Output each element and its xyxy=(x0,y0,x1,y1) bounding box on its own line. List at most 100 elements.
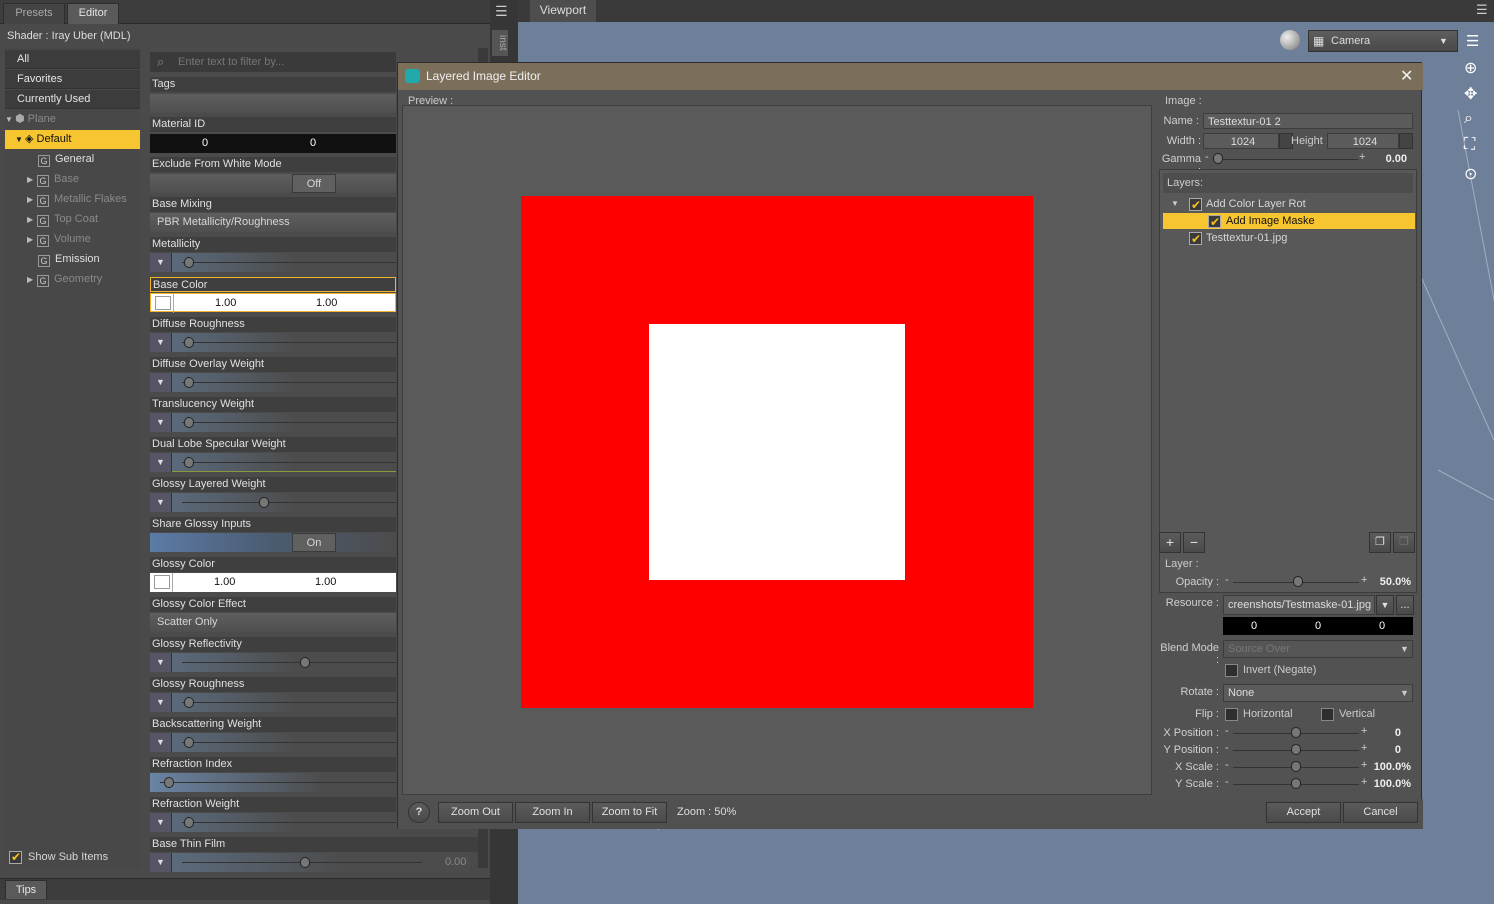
layer-visibility-checkbox[interactable] xyxy=(1189,231,1202,247)
plus-icon[interactable]: + xyxy=(1361,574,1367,586)
chevron-down-icon[interactable]: ▼ xyxy=(150,693,172,712)
prop-backscattering-slider[interactable]: ▼ xyxy=(150,733,396,752)
slider-knob[interactable] xyxy=(300,657,310,668)
slider-knob[interactable] xyxy=(184,337,194,348)
y-scale-slider[interactable]: - + xyxy=(1225,776,1367,791)
side-tab[interactable]: inst xyxy=(492,30,508,56)
accept-button[interactable]: Accept xyxy=(1266,802,1341,823)
chevron-down-icon[interactable]: ▼ xyxy=(150,813,172,832)
slider-knob[interactable] xyxy=(1291,727,1301,738)
layer-row-selected[interactable]: Add Image Maske xyxy=(1163,213,1415,230)
prop-base-color-field[interactable]: 1.00 1.00 xyxy=(150,293,396,313)
minus-icon[interactable]: - xyxy=(1205,151,1209,163)
layer-visibility-checkbox[interactable] xyxy=(1189,197,1202,213)
zoom-out-button[interactable]: Zoom Out xyxy=(438,802,513,823)
prop-diffuse-roughness-slider[interactable]: ▼ xyxy=(150,333,396,352)
slider-knob[interactable] xyxy=(184,417,194,428)
options-icon[interactable]: ☰ xyxy=(1466,32,1479,50)
slider-knob[interactable] xyxy=(184,817,194,828)
prop-glossy-color-field[interactable]: 1.00 1.00 xyxy=(150,573,396,592)
slider-knob[interactable] xyxy=(1293,576,1303,587)
tree-item-general[interactable]: G General xyxy=(5,150,140,169)
cancel-button[interactable]: Cancel xyxy=(1343,802,1418,823)
chevron-down-icon[interactable]: ▼ xyxy=(150,493,172,512)
opacity-slider[interactable]: - + xyxy=(1225,574,1367,589)
x-scale-slider[interactable]: - + xyxy=(1225,759,1367,774)
preview-canvas[interactable] xyxy=(402,105,1152,795)
chevron-down-icon[interactable]: ▼ xyxy=(150,333,172,352)
tree-item-metallic-flakes[interactable]: ▶ G Metallic Flakes xyxy=(5,190,140,209)
category-all[interactable]: All xyxy=(5,50,140,69)
sphere-icon[interactable] xyxy=(1280,30,1300,50)
menu-icon[interactable]: ☰ xyxy=(495,3,508,20)
tab-presets[interactable]: Presets xyxy=(3,3,65,24)
prop-translucency-slider[interactable]: ▼ xyxy=(150,413,396,432)
layer-visibility-checkbox[interactable] xyxy=(1208,214,1221,230)
rgb-values[interactable]: 0 0 0 xyxy=(1223,617,1413,635)
slider-knob[interactable] xyxy=(1213,153,1223,164)
chevron-down-icon[interactable]: ▼ xyxy=(150,253,172,272)
collapse-arrow-icon[interactable]: ▼ xyxy=(1171,196,1179,212)
slider-knob[interactable] xyxy=(184,697,194,708)
menu-icon[interactable]: ☰ xyxy=(1476,2,1488,18)
slider-knob[interactable] xyxy=(259,497,269,508)
prop-glossy-reflectivity-slider[interactable]: ▼ xyxy=(150,653,396,672)
slider-knob[interactable] xyxy=(184,257,194,268)
slider-knob[interactable] xyxy=(1291,778,1301,789)
tree-item-base[interactable]: ▶ G Base xyxy=(5,170,140,189)
chevron-down-icon[interactable]: ▼ xyxy=(150,413,172,432)
prop-glossy-color-effect-dropdown[interactable]: Scatter Only xyxy=(150,613,396,632)
prop-refraction-index-slider[interactable] xyxy=(150,773,396,792)
help-button[interactable]: ? xyxy=(408,802,430,823)
flip-horizontal-checkbox[interactable] xyxy=(1225,708,1238,721)
copy-layer-button[interactable]: ❐ xyxy=(1369,532,1391,553)
invert-checkbox[interactable] xyxy=(1225,664,1238,677)
zoom-to-fit-button[interactable]: Zoom to Fit xyxy=(592,802,667,823)
tree-item-geometry[interactable]: ▶ G Geometry xyxy=(5,270,140,289)
y-position-slider[interactable]: - + xyxy=(1225,742,1367,757)
height-spin-button[interactable] xyxy=(1399,133,1413,149)
chevron-down-icon[interactable]: ▼ xyxy=(150,733,172,752)
slider-knob[interactable] xyxy=(184,457,194,468)
slider-knob[interactable] xyxy=(184,377,194,388)
pan-icon[interactable]: ✥ xyxy=(1464,84,1477,104)
chevron-down-icon[interactable]: ▼ xyxy=(150,373,172,392)
expand-arrow-icon[interactable]: ▶ xyxy=(27,230,37,249)
chevron-down-icon[interactable]: ▼ xyxy=(150,453,172,472)
prop-diffuse-overlay-slider[interactable]: ▼ xyxy=(150,373,396,392)
tab-tips[interactable]: Tips xyxy=(5,880,47,899)
paste-layer-button[interactable]: ❐ xyxy=(1393,532,1415,553)
slider-knob[interactable] xyxy=(1291,744,1301,755)
frame-icon[interactable]: ⛶ xyxy=(1464,136,1475,154)
name-field[interactable]: Testtextur-01 2 xyxy=(1203,113,1413,129)
category-currently-used[interactable]: Currently Used xyxy=(5,90,140,109)
flip-vertical-checkbox[interactable] xyxy=(1321,708,1334,721)
chevron-down-icon[interactable]: ▼ xyxy=(150,653,172,672)
zoom-in-button[interactable]: Zoom In xyxy=(515,802,590,823)
add-layer-button[interactable]: + xyxy=(1159,532,1181,553)
layer-row[interactable]: Testtextur-01.jpg xyxy=(1163,230,1415,247)
blend-mode-dropdown[interactable]: Source Over ▼ xyxy=(1223,640,1413,658)
height-field[interactable]: 1024 xyxy=(1327,133,1399,149)
color-swatch[interactable] xyxy=(154,575,170,589)
prop-refraction-weight-slider[interactable]: ▼ xyxy=(150,813,396,832)
show-sub-items-checkbox[interactable] xyxy=(9,850,22,864)
tree-item-volume[interactable]: ▶ G Volume xyxy=(5,230,140,249)
tab-editor[interactable]: Editor xyxy=(67,3,119,24)
resource-field[interactable]: creenshots/Testmaske-01.jpg xyxy=(1223,595,1375,615)
resource-dropdown-button[interactable]: ▼ xyxy=(1376,595,1394,615)
chevron-down-icon[interactable]: ▼ xyxy=(150,853,172,872)
prop-dual-lobe-slider[interactable]: ▼ xyxy=(150,453,396,472)
x-position-slider[interactable]: - + xyxy=(1225,725,1367,740)
tab-viewport[interactable]: Viewport xyxy=(530,0,596,22)
collapse-arrow-icon[interactable]: ▼ xyxy=(15,130,25,149)
prop-share-glossy-toggle[interactable]: On xyxy=(150,533,396,552)
reset-view-icon[interactable]: ⊙ xyxy=(1464,164,1477,184)
slider-knob[interactable] xyxy=(1291,761,1301,772)
resource-browse-button[interactable]: ... xyxy=(1396,595,1414,615)
slider-knob[interactable] xyxy=(164,777,174,788)
prop-metallicity-slider[interactable]: ▼ xyxy=(150,253,396,272)
layer-row[interactable]: ▼ Add Color Layer Rot xyxy=(1163,196,1415,213)
expand-arrow-icon[interactable]: ▶ xyxy=(27,170,37,189)
expand-arrow-icon[interactable]: ▶ xyxy=(27,190,37,209)
